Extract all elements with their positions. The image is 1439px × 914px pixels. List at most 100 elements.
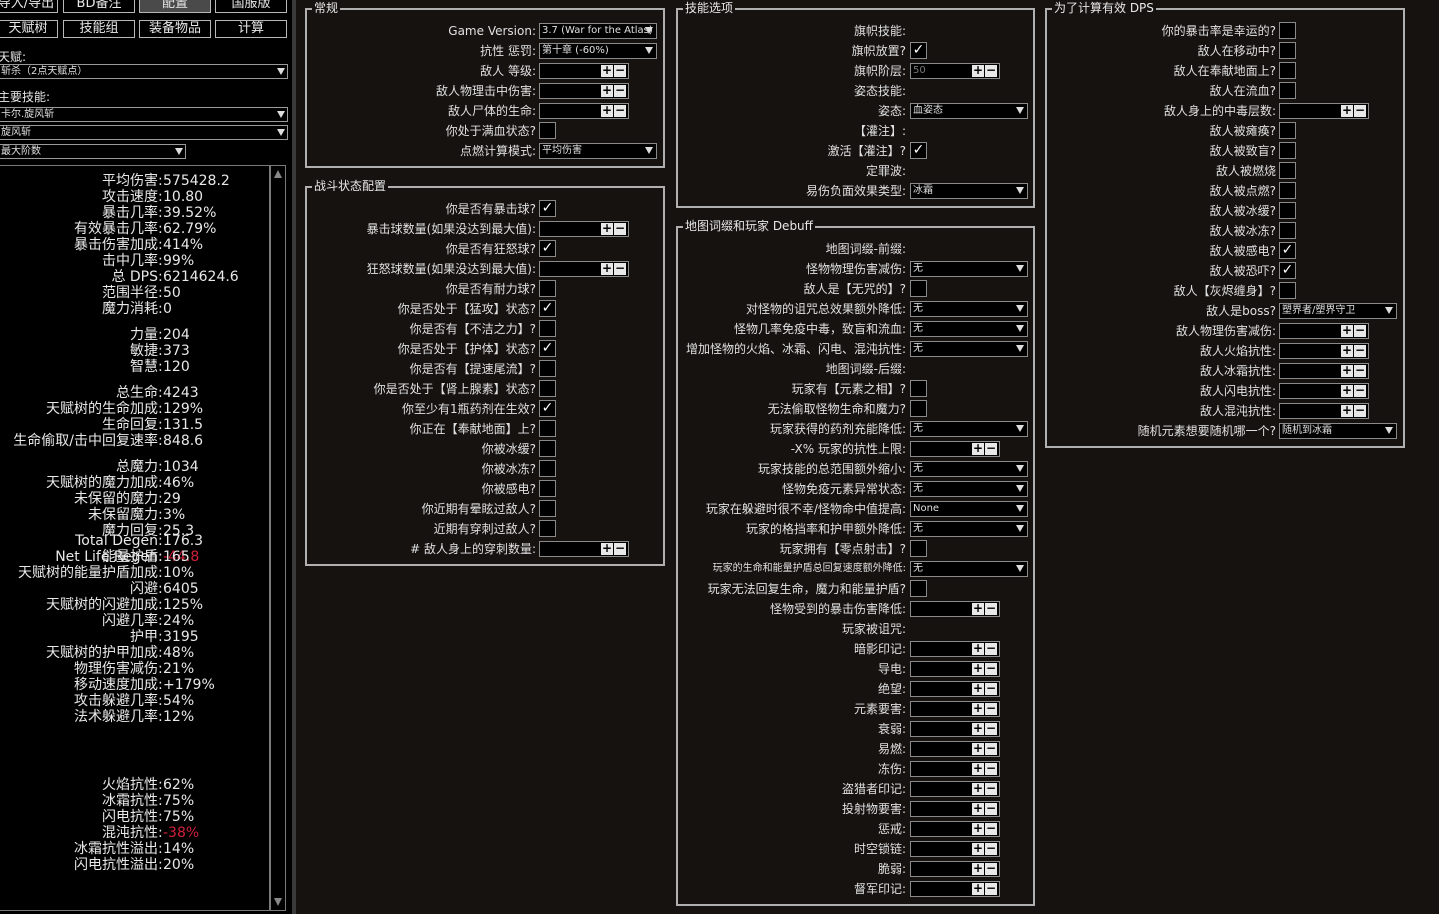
- general-dropdown[interactable]: 平均伤害: [539, 143, 657, 159]
- plus-icon[interactable]: +: [972, 802, 984, 815]
- minus-icon[interactable]: −: [985, 682, 997, 695]
- panel-divider[interactable]: [292, 0, 296, 914]
- stage-dropdown[interactable]: 最大阶数: [0, 144, 186, 159]
- map-dropdown[interactable]: 无: [910, 301, 1028, 317]
- map-number-input[interactable]: + −: [910, 441, 1000, 457]
- combat-checkbox[interactable]: [539, 460, 556, 477]
- combat-number-input[interactable]: + −: [539, 221, 629, 237]
- minus-icon[interactable]: −: [1354, 324, 1366, 337]
- map-checkbox[interactable]: [910, 280, 927, 297]
- map-dropdown[interactable]: 无: [910, 461, 1028, 477]
- plus-icon[interactable]: +: [972, 602, 984, 615]
- minus-icon[interactable]: −: [985, 602, 997, 615]
- minus-icon[interactable]: −: [985, 882, 997, 895]
- minus-icon[interactable]: −: [985, 822, 997, 835]
- plus-icon[interactable]: +: [972, 442, 984, 455]
- effdps-dropdown[interactable]: 随机到冰霜: [1279, 423, 1397, 439]
- map-number-input[interactable]: + −: [910, 681, 1000, 697]
- plus-icon[interactable]: +: [601, 84, 613, 97]
- general-number-input[interactable]: + −: [539, 83, 629, 99]
- combat-checkbox[interactable]: ✓: [539, 300, 556, 317]
- plus-icon[interactable]: +: [972, 742, 984, 755]
- minus-icon[interactable]: −: [985, 802, 997, 815]
- tree-tab-button[interactable]: 天赋树: [0, 20, 58, 38]
- combat-checkbox[interactable]: [539, 380, 556, 397]
- effdps-checkbox[interactable]: ✓: [1279, 262, 1296, 279]
- combat-checkbox[interactable]: [539, 320, 556, 337]
- minus-icon[interactable]: −: [985, 762, 997, 775]
- effdps-number-input[interactable]: + −: [1279, 403, 1369, 419]
- minus-icon[interactable]: −: [985, 442, 997, 455]
- map-dropdown[interactable]: None: [910, 501, 1028, 517]
- plus-icon[interactable]: +: [972, 662, 984, 675]
- minus-icon[interactable]: −: [614, 222, 626, 235]
- sub-skill-dropdown[interactable]: 旋风斩: [0, 125, 288, 140]
- plus-icon[interactable]: +: [972, 862, 984, 875]
- minus-icon[interactable]: −: [985, 642, 997, 655]
- minus-icon[interactable]: −: [614, 262, 626, 275]
- effdps-checkbox[interactable]: [1279, 42, 1296, 59]
- map-number-input[interactable]: + −: [910, 721, 1000, 737]
- effdps-number-input[interactable]: + −: [1279, 103, 1369, 119]
- plus-icon[interactable]: +: [972, 782, 984, 795]
- minus-icon[interactable]: −: [614, 104, 626, 117]
- combat-checkbox[interactable]: [539, 420, 556, 437]
- effdps-checkbox[interactable]: ✓: [1279, 242, 1296, 259]
- plus-icon[interactable]: +: [1341, 404, 1353, 417]
- plus-icon[interactable]: +: [972, 702, 984, 715]
- map-number-input[interactable]: + −: [910, 641, 1000, 657]
- combat-checkbox[interactable]: [539, 440, 556, 457]
- map-checkbox[interactable]: [910, 540, 927, 557]
- general-number-input[interactable]: + −: [539, 103, 629, 119]
- skills-tab-button[interactable]: 技能组: [63, 20, 135, 38]
- combat-checkbox[interactable]: [539, 520, 556, 537]
- plus-icon[interactable]: +: [972, 722, 984, 735]
- minus-icon[interactable]: −: [985, 782, 997, 795]
- minus-icon[interactable]: −: [985, 842, 997, 855]
- map-number-input[interactable]: + −: [910, 661, 1000, 677]
- map-number-input[interactable]: + −: [910, 601, 1000, 617]
- minus-icon[interactable]: −: [614, 84, 626, 97]
- general-number-input[interactable]: + −: [539, 63, 629, 79]
- build-notes-button[interactable]: BD备注: [63, 0, 135, 13]
- minus-icon[interactable]: −: [1354, 104, 1366, 117]
- plus-icon[interactable]: +: [601, 222, 613, 235]
- combat-checkbox[interactable]: ✓: [539, 400, 556, 417]
- combat-checkbox[interactable]: ✓: [539, 340, 556, 357]
- general-checkbox[interactable]: [539, 122, 556, 139]
- map-dropdown[interactable]: 无: [910, 341, 1028, 357]
- skill_opts-dropdown[interactable]: 冰霜: [910, 183, 1028, 199]
- skill_opts-checkbox[interactable]: ✓: [910, 42, 927, 59]
- plus-icon[interactable]: +: [1341, 104, 1353, 117]
- minus-icon[interactable]: −: [1354, 364, 1366, 377]
- minus-icon[interactable]: −: [614, 64, 626, 77]
- items-tab-button[interactable]: 装备物品: [139, 20, 211, 38]
- map-checkbox[interactable]: [910, 380, 927, 397]
- skill_opts-dropdown[interactable]: 血姿态: [910, 103, 1028, 119]
- scroll-down-icon[interactable]: [274, 898, 282, 906]
- general-dropdown[interactable]: 3.7 (War for the Atlas): [539, 23, 657, 39]
- skill_opts-number-input[interactable]: 50 + −: [910, 63, 1000, 79]
- plus-icon[interactable]: +: [1341, 344, 1353, 357]
- map-number-input[interactable]: + −: [910, 741, 1000, 757]
- plus-icon[interactable]: +: [972, 762, 984, 775]
- minus-icon[interactable]: −: [985, 862, 997, 875]
- effdps-checkbox[interactable]: [1279, 182, 1296, 199]
- map-number-input[interactable]: + −: [910, 861, 1000, 877]
- plus-icon[interactable]: +: [601, 104, 613, 117]
- map-dropdown[interactable]: 无: [910, 481, 1028, 497]
- plus-icon[interactable]: +: [601, 542, 613, 555]
- map-dropdown[interactable]: 无: [910, 421, 1028, 437]
- effdps-dropdown[interactable]: 塑界者/塑界守卫: [1279, 303, 1397, 319]
- map-number-input[interactable]: + −: [910, 821, 1000, 837]
- combat-checkbox[interactable]: [539, 280, 556, 297]
- plus-icon[interactable]: +: [972, 842, 984, 855]
- map-number-input[interactable]: + −: [910, 701, 1000, 717]
- effdps-checkbox[interactable]: [1279, 282, 1296, 299]
- cn-server-button[interactable]: 国服版: [215, 0, 287, 13]
- combat-checkbox[interactable]: [539, 500, 556, 517]
- combat-number-input[interactable]: + −: [539, 261, 629, 277]
- effdps-checkbox[interactable]: [1279, 222, 1296, 239]
- effdps-checkbox[interactable]: [1279, 202, 1296, 219]
- bandit-dropdown[interactable]: 斩杀（2点天赋点）: [0, 64, 288, 79]
